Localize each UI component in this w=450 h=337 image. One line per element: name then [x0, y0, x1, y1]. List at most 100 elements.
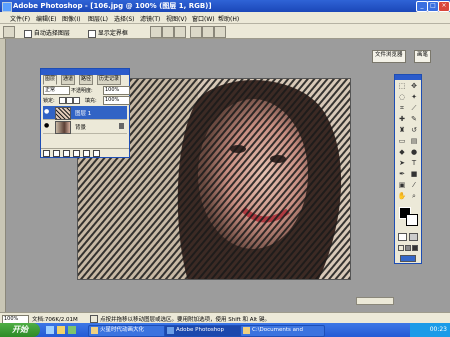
ime-toolbar[interactable]	[356, 297, 394, 305]
folder-icon	[243, 327, 250, 334]
layer-name: 图层 1	[75, 111, 92, 117]
toolbox-header[interactable]	[395, 75, 421, 80]
clone-stamp-tool-icon[interactable]: ♜	[397, 126, 407, 135]
align-right-icon[interactable]	[214, 26, 226, 38]
align-middle-icon[interactable]	[162, 26, 174, 38]
taskbar-item-browser[interactable]: 火星时代动画大化	[88, 325, 173, 337]
path-selection-tool-icon[interactable]: ➤	[397, 159, 407, 168]
blur-tool-icon[interactable]: ◆	[397, 148, 407, 157]
auto-select-label: 自动选择图层	[33, 30, 70, 37]
menu-select[interactable]: 选择(S)	[114, 14, 135, 23]
layer-style-icon[interactable]	[43, 150, 50, 157]
visibility-eye-icon[interactable]: ●	[44, 123, 50, 129]
adjustment-layer-icon[interactable]	[73, 150, 80, 157]
menu-edit[interactable]: 编辑(E)	[36, 14, 56, 23]
dodge-tool-icon[interactable]: ●	[409, 148, 419, 157]
opacity-input[interactable]: 100%	[103, 86, 130, 95]
shape-tool-icon[interactable]: ■	[409, 170, 419, 179]
layer-row-background[interactable]: ● 背景	[43, 120, 127, 134]
photoshop-app-icon	[2, 2, 12, 12]
layer-row-layer1[interactable]: ● 图层 1	[43, 106, 127, 120]
quick-launch-desktop-icon[interactable]	[68, 326, 76, 334]
align-top-icon[interactable]	[150, 26, 162, 38]
system-tray: 00:23	[410, 323, 450, 337]
zoom-tool-icon[interactable]: ⌕	[409, 192, 419, 201]
slice-tool-icon[interactable]: ⟋	[409, 104, 419, 113]
fill-label: 填充:	[85, 98, 97, 104]
healing-brush-tool-icon[interactable]: ✚	[397, 115, 407, 124]
quick-launch-ie-icon[interactable]	[46, 326, 54, 334]
brush-tool-icon[interactable]: ✎	[409, 115, 419, 124]
taskbar-item-photoshop[interactable]: Adobe Photoshop	[164, 325, 249, 337]
menu-image[interactable]: 图像(I)	[62, 14, 80, 23]
opacity-label: 不透明度:	[71, 88, 93, 94]
align-left-icon[interactable]	[190, 26, 202, 38]
tab-channels[interactable]: 通道	[61, 75, 76, 85]
quick-launch-folder-icon[interactable]	[57, 326, 65, 334]
lock-image-checkbox[interactable]	[66, 97, 73, 104]
menu-filter[interactable]: 滤镜(T)	[140, 14, 160, 23]
clock[interactable]: 00:23	[430, 326, 447, 333]
blend-mode-select[interactable]: 正常	[43, 86, 70, 95]
trash-icon[interactable]	[93, 150, 100, 157]
status-bar: 100% 文档:706K/2.01M 点按并拖移以移动图层或选区。要用附加选项，…	[0, 312, 450, 324]
align-center-icon[interactable]	[202, 26, 214, 38]
tab-history[interactable]: 历史记录	[97, 75, 122, 85]
pen-tool-icon[interactable]: ✒	[397, 170, 407, 179]
document-size: 文档:706K/2.01M	[32, 317, 78, 323]
auto-select-checkbox[interactable]	[24, 29, 32, 38]
title-bar: Adobe Photoshop - [106.jpg @ 100% (图层 1,…	[0, 0, 450, 12]
taskbar: 开始 火星时代动画大化 Adobe Photoshop C:\Documents…	[0, 323, 450, 337]
status-arrow-icon[interactable]	[90, 315, 98, 323]
taskbar-item-explorer[interactable]: C:\Documents and	[240, 325, 325, 337]
move-tool-icon[interactable]	[3, 26, 15, 38]
notes-tool-icon[interactable]: ▣	[397, 181, 407, 190]
move-tool-icon[interactable]: ✥	[409, 82, 419, 91]
layer-set-icon[interactable]	[63, 150, 70, 157]
show-bounds-checkbox[interactable]	[88, 29, 96, 38]
visibility-eye-icon[interactable]: ●	[44, 109, 50, 115]
photoshop-icon	[167, 327, 174, 334]
marquee-tool-icon[interactable]: ⬚	[397, 82, 407, 91]
brushes-tab[interactable]: 画笔	[414, 50, 432, 63]
standard-mode-icon[interactable]	[398, 233, 407, 241]
menu-file[interactable]: 文件(F)	[10, 14, 30, 23]
imageready-jump-icon[interactable]	[400, 255, 416, 262]
new-layer-icon[interactable]	[83, 150, 90, 157]
lasso-tool-icon[interactable]: ◌	[397, 93, 407, 102]
menu-help[interactable]: 帮助(H)	[218, 14, 239, 23]
fill-input[interactable]: 100%	[103, 96, 130, 105]
hand-tool-icon[interactable]: ✋	[397, 192, 407, 201]
options-bar: 自动选择图层 显示定界框 文件浏览器 画笔	[0, 24, 450, 63]
layers-panel: 图层 通道 路径 历史记录 正常 不透明度: 100% 锁定: 填充: 100%…	[40, 68, 130, 158]
eraser-tool-icon[interactable]: ▭	[397, 137, 407, 146]
crop-tool-icon[interactable]: ⌗	[397, 104, 407, 113]
history-brush-tool-icon[interactable]: ↺	[409, 126, 419, 135]
menu-window[interactable]: 窗口(W)	[192, 14, 215, 23]
close-button[interactable]: ×	[438, 1, 450, 12]
lock-position-checkbox[interactable]	[73, 97, 80, 104]
tab-layers[interactable]: 图层	[43, 75, 58, 85]
screen-mode-full-menu-icon[interactable]	[405, 245, 411, 251]
magic-wand-tool-icon[interactable]: ✦	[409, 93, 419, 102]
file-browser-tab[interactable]: 文件浏览器	[372, 50, 406, 63]
toolbox: ⬚ ✥ ◌ ✦ ⌗ ⟋ ✚ ✎ ♜ ↺ ▭ ▤ ◆ ● ➤ T ✒ ■ ▣ ⁄ …	[394, 74, 422, 264]
layer-name: 背景	[75, 125, 87, 131]
browser-icon	[91, 327, 98, 334]
menu-layer[interactable]: 图层(L)	[88, 14, 108, 23]
eyedropper-tool-icon[interactable]: ⁄	[409, 181, 419, 190]
show-bounds-label: 显示定界框	[97, 30, 128, 37]
type-tool-icon[interactable]: T	[409, 159, 419, 168]
menu-view[interactable]: 视图(V)	[166, 14, 187, 23]
lock-transparent-checkbox[interactable]	[59, 97, 66, 104]
quick-mask-icon[interactable]	[409, 233, 418, 241]
start-button[interactable]: 开始	[0, 323, 40, 337]
align-bottom-icon[interactable]	[174, 26, 186, 38]
gradient-tool-icon[interactable]: ▤	[409, 137, 419, 146]
layer-mask-icon[interactable]	[53, 150, 60, 157]
taskbar-item-label: C:\Documents and	[252, 327, 304, 333]
screen-mode-full-icon[interactable]	[412, 245, 418, 251]
tab-paths[interactable]: 路径	[79, 75, 94, 85]
background-color-swatch[interactable]	[406, 214, 418, 226]
screen-mode-standard-icon[interactable]	[398, 245, 404, 251]
